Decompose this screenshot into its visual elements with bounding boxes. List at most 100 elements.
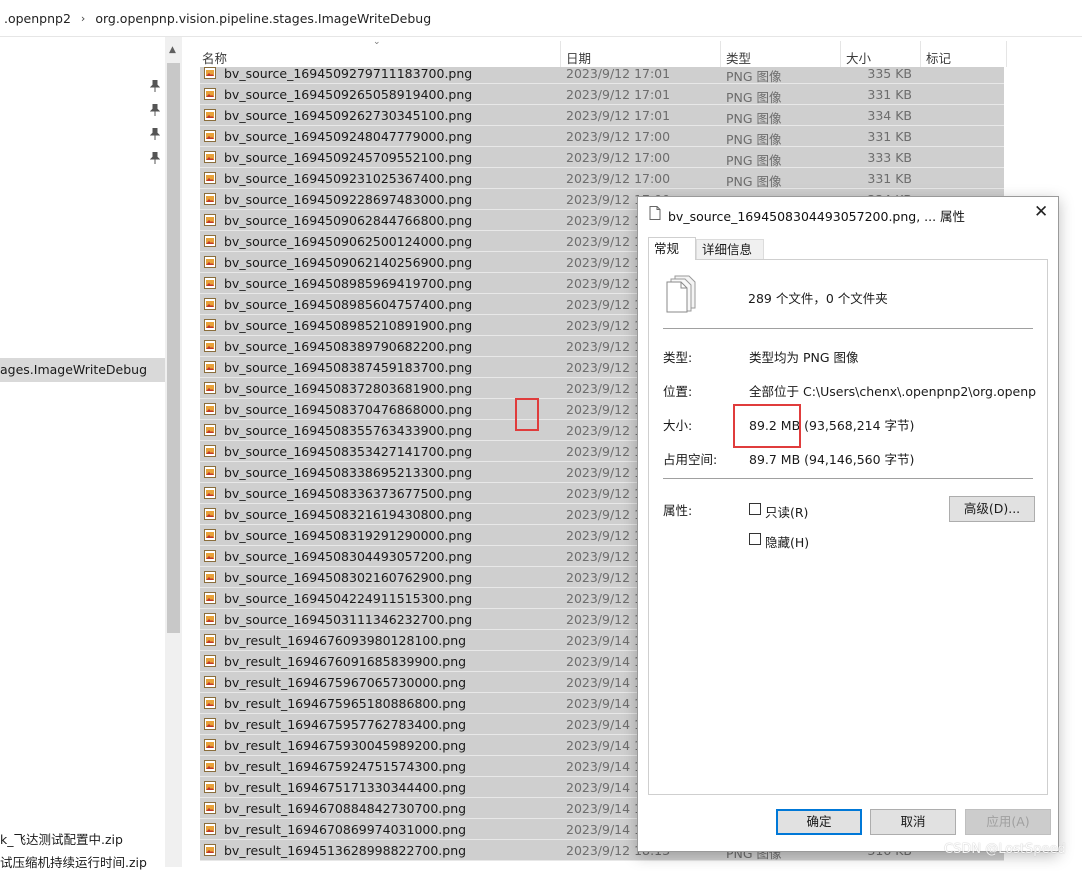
- ok-button[interactable]: 确定: [776, 809, 862, 835]
- pin-icon[interactable]: [150, 128, 160, 140]
- png-file-icon: [204, 529, 216, 541]
- file-size: 333 KB: [867, 150, 912, 165]
- png-file-icon: [204, 88, 216, 100]
- file-name: bv_source_1694508985604757400.png: [224, 297, 473, 312]
- tab-details[interactable]: 详细信息: [696, 239, 764, 259]
- close-icon[interactable]: ✕: [1034, 202, 1048, 222]
- file-name: bv_result_1694675171330344400.png: [224, 780, 467, 795]
- file-name: bv_result_1694670884842730700.png: [224, 801, 467, 816]
- file-type: PNG 图像: [726, 90, 782, 105]
- nav-item-selected-folder[interactable]: ages.ImageWriteDebug: [0, 358, 165, 382]
- attributes-label: 属性:: [663, 503, 693, 518]
- nav-item-zip[interactable]: k_飞达测试配置中.zip: [0, 829, 165, 848]
- png-file-icon: [204, 214, 216, 226]
- file-name: bv_source_1694509262730345100.png: [224, 108, 473, 123]
- png-file-icon: [204, 361, 216, 373]
- nav-item-zip[interactable]: 试压缩机持续运行时间.zip: [0, 852, 165, 871]
- file-name: bv_result_1694676093980128100.png: [224, 633, 467, 648]
- png-file-icon: [204, 340, 216, 352]
- png-file-icon: [204, 676, 216, 688]
- png-file-icon: [204, 487, 216, 499]
- address-bar[interactable]: .openpnp2 › org.openpnp.vision.pipeline.…: [0, 0, 1082, 37]
- dialog-title-bar[interactable]: bv_source_1694508304493057200.png, ... 属…: [638, 197, 1058, 229]
- scroll-up-icon[interactable]: ▲: [169, 45, 176, 55]
- readonly-checkbox[interactable]: [749, 503, 761, 515]
- file-size: 335 KB: [867, 67, 912, 81]
- file-row[interactable]: bv_source_1694509262730345100.png 2023/9/…: [200, 105, 1004, 126]
- breadcrumb-current-folder[interactable]: org.openpnp.vision.pipeline.stages.Image…: [95, 11, 431, 26]
- file-date: 2023/9/12 1: [566, 507, 643, 522]
- file-name: bv_source_1694508353427141700.png: [224, 444, 473, 459]
- file-name: bv_source_1694508370476868000.png: [224, 402, 473, 417]
- file-name: bv_source_1694508321619430800.png: [224, 507, 473, 522]
- hidden-label[interactable]: 隐藏(H): [765, 532, 809, 551]
- location-label: 位置:: [663, 384, 693, 399]
- file-name: bv_source_1694509062500124000.png: [224, 234, 473, 249]
- tab-general[interactable]: 常规: [648, 237, 696, 260]
- file-name: bv_result_1694670869974031000.png: [224, 822, 467, 837]
- file-name: bv_source_1694508336373677500.png: [224, 486, 473, 501]
- png-file-icon: [204, 613, 216, 625]
- type-value: 类型均为 PNG 图像: [749, 350, 859, 365]
- png-file-icon: [204, 298, 216, 310]
- file-name: bv_source_1694508372803681900.png: [224, 381, 473, 396]
- column-header-size[interactable]: 大小: [846, 48, 871, 67]
- file-date: 2023/9/12 1: [566, 255, 643, 270]
- breadcrumb-openpnp2[interactable]: .openpnp2: [0, 11, 71, 26]
- readonly-label[interactable]: 只读(R): [765, 502, 808, 521]
- file-date: 2023/9/12 1: [566, 444, 643, 459]
- column-header-date[interactable]: 日期: [566, 48, 591, 67]
- png-file-icon: [204, 823, 216, 835]
- pin-icon[interactable]: [150, 152, 160, 164]
- file-name: bv_source_1694508389790682200.png: [224, 339, 473, 354]
- file-row[interactable]: bv_source_1694509245709552100.png 2023/9/…: [200, 147, 1004, 168]
- file-date: 2023/9/12 1: [566, 549, 643, 564]
- dialog-title: bv_source_1694508304493057200.png, ... 属…: [668, 209, 966, 224]
- png-file-icon: [204, 151, 216, 163]
- png-file-icon: [204, 844, 216, 856]
- file-name: bv_source_1694509265058919400.png: [224, 87, 473, 102]
- png-file-icon: [204, 655, 216, 667]
- file-name: bv_source_1694504224911515300.png: [224, 591, 473, 606]
- file-name: bv_source_1694509248047779000.png: [224, 129, 473, 144]
- cancel-button[interactable]: 取消: [870, 809, 956, 835]
- file-row[interactable]: bv_source_1694509248047779000.png 2023/9/…: [200, 126, 1004, 147]
- file-date: 2023/9/12 1: [566, 381, 643, 396]
- png-file-icon: [204, 760, 216, 772]
- png-file-icon: [204, 424, 216, 436]
- file-name: bv_result_1694675930045989200.png: [224, 738, 467, 753]
- file-date: 2023/9/12 1: [566, 276, 643, 291]
- file-name: bv_source_1694509231025367400.png: [224, 171, 473, 186]
- column-header-tag[interactable]: 标记: [926, 48, 951, 67]
- hidden-checkbox[interactable]: [749, 533, 761, 545]
- png-file-icon: [204, 739, 216, 751]
- png-file-icon: [204, 550, 216, 562]
- png-file-icon: [204, 718, 216, 730]
- pin-icon[interactable]: [150, 80, 160, 92]
- file-icon: [649, 206, 661, 220]
- file-date: 2023/9/12 1: [566, 423, 643, 438]
- column-header-type[interactable]: 类型: [726, 48, 751, 67]
- file-name: bv_result_1694676091685839900.png: [224, 654, 467, 669]
- advanced-button[interactable]: 高级(D)...: [949, 496, 1035, 522]
- chevron-right-icon: ›: [80, 11, 86, 25]
- file-row[interactable]: bv_source_1694509279711183700.png 2023/9/…: [200, 67, 1004, 84]
- file-type: PNG 图像: [726, 111, 782, 126]
- annotation-highlight-box: [515, 398, 539, 431]
- pin-icon[interactable]: [150, 104, 160, 116]
- scrollbar-thumb[interactable]: [167, 63, 180, 633]
- column-header-name[interactable]: 名称: [202, 48, 227, 67]
- apply-button[interactable]: 应用(A): [965, 809, 1051, 835]
- file-name: bv_source_1694503111346232700.png: [224, 612, 473, 627]
- file-name: bv_source_1694509062844766800.png: [224, 213, 473, 228]
- file-name: bv_source_1694508319291290000.png: [224, 528, 473, 543]
- file-name: bv_source_1694508304493057200.png: [224, 549, 473, 564]
- file-row[interactable]: bv_source_1694509231025367400.png 2023/9/…: [200, 168, 1004, 189]
- nav-scrollbar[interactable]: ▲: [165, 37, 182, 867]
- file-row[interactable]: bv_source_1694509265058919400.png 2023/9/…: [200, 84, 1004, 105]
- file-date: 2023/9/12 1: [566, 465, 643, 480]
- file-size: 331 KB: [867, 87, 912, 102]
- navigation-pane: ages.ImageWriteDebug k_飞达测试配置中.zip 试压缩机持…: [0, 37, 165, 870]
- file-size: 331 KB: [867, 171, 912, 186]
- png-file-icon: [204, 781, 216, 793]
